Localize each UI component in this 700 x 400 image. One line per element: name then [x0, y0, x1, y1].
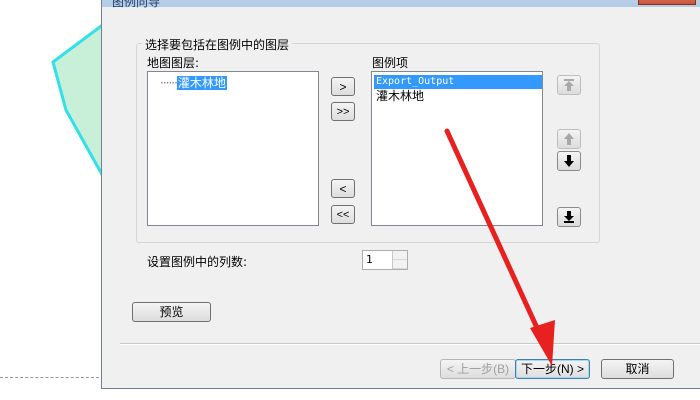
list-item[interactable]: ······灌木林地 [160, 74, 227, 91]
add-layer-button[interactable]: > [331, 77, 355, 96]
columns-value: 1 [366, 253, 373, 266]
map-canvas [0, 0, 104, 400]
move-down-icon [564, 155, 574, 167]
tree-connector-icon: ······ [160, 76, 178, 90]
move-top-button[interactable] [557, 75, 581, 95]
map-polygon [51, 22, 104, 182]
remove-layer-button[interactable]: < [331, 179, 355, 198]
legend-items-list[interactable]: Export_Output 灌木林地 [371, 71, 543, 226]
cancel-button[interactable]: 取消 [601, 359, 674, 379]
move-up-button[interactable] [557, 129, 581, 149]
spin-up-icon[interactable] [393, 251, 407, 260]
dialog-titlebar[interactable]: 图例向导 [102, 0, 700, 9]
spin-down-icon[interactable] [393, 260, 407, 269]
move-down-button[interactable] [557, 151, 581, 171]
close-window-button[interactable] [638, 0, 696, 5]
move-bottom-button[interactable] [557, 207, 581, 227]
legend-items-label: 图例项 [372, 56, 409, 70]
map-dashed-boundary [0, 377, 104, 378]
back-button[interactable]: < 上一步(B) [440, 359, 516, 379]
columns-label: 设置图例中的列数: [147, 255, 248, 269]
next-button[interactable]: 下一步(N) > [515, 359, 590, 379]
footer-separator [120, 343, 700, 345]
move-bottom-icon [564, 211, 574, 223]
map-layers-label: 地图图层: [147, 56, 200, 70]
map-layers-list[interactable]: ······灌木林地 [147, 71, 319, 226]
remove-all-layers-button[interactable]: << [331, 205, 355, 224]
move-top-icon [564, 79, 574, 91]
list-item[interactable]: Export_Output [374, 75, 542, 89]
list-item[interactable]: 灌木林地 [374, 89, 426, 103]
add-all-layers-button[interactable]: >> [331, 102, 355, 121]
layer-group-title: 选择要包括在图例中的图层 [142, 36, 293, 53]
move-up-icon [564, 133, 574, 145]
spin-arrows[interactable] [392, 251, 407, 269]
legend-wizard-dialog: 图例向导 选择要包括在图例中的图层 地图图层: 图例项 ······灌木林地 >… [101, 0, 700, 389]
dialog-title: 图例向导 [112, 0, 161, 9]
preview-button[interactable]: 预览 [132, 302, 211, 322]
columns-stepper[interactable]: 1 [362, 250, 408, 270]
